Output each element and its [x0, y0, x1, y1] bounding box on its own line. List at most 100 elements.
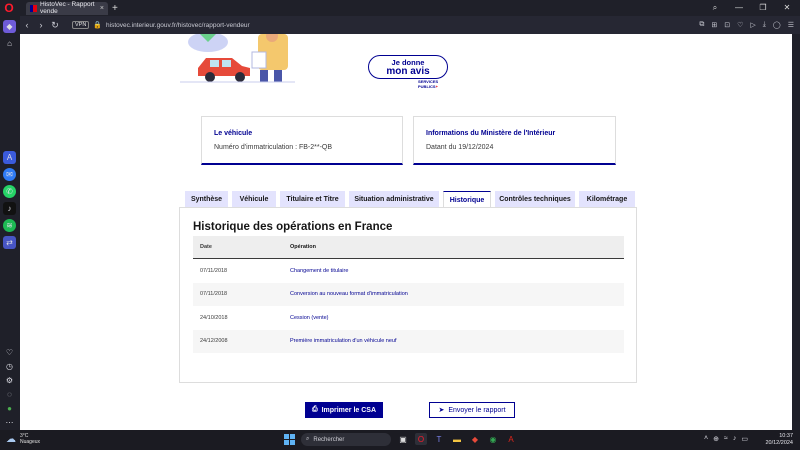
services-logo-line2: PUBLICS [418, 83, 436, 89]
page-scrollbar[interactable] [792, 34, 800, 430]
extensions-icon[interactable]: ⊞ [711, 21, 717, 29]
acrobat-icon[interactable]: A [505, 433, 517, 445]
whatsapp-icon[interactable]: ✆ [3, 185, 16, 198]
url-field[interactable]: histovec.interieur.gouv.fr/histovec/rapp… [106, 22, 250, 29]
play-icon[interactable]: ▷ [750, 21, 755, 29]
tab-kilometrage[interactable]: Kilométrage [579, 191, 635, 207]
forward-icon[interactable]: › [34, 20, 48, 30]
download-icon[interactable]: ⤓ [763, 21, 766, 29]
snapshot-icon[interactable]: ⧉ [699, 21, 704, 29]
volume-icon[interactable]: ♪ [733, 435, 737, 443]
chrome-icon[interactable]: ◉ [487, 433, 499, 445]
minimize-icon[interactable]: — [734, 3, 744, 13]
table-row: 07/11/2018 Changement de titulaire [193, 259, 624, 283]
favorites-icon[interactable]: ♡ [3, 346, 16, 359]
row-operation: Cession (vente) [290, 314, 329, 321]
speed-dial-icon[interactable]: ◆ [3, 20, 16, 33]
chevron-up-icon[interactable]: ˄ [704, 435, 708, 443]
send-label: Envoyer le rapport [448, 406, 506, 414]
print-csa-button[interactable]: ⎙ Imprimer le CSA [305, 402, 383, 418]
row-date: 07/11/2018 [200, 291, 228, 298]
easy-setup-icon[interactable]: ☰ [788, 21, 794, 29]
car-illustration [180, 34, 295, 83]
close-tab-icon[interactable]: × [100, 5, 104, 12]
tab-synthese[interactable]: Synthèse [185, 191, 228, 207]
bookmark-heart-icon[interactable]: ♡ [737, 21, 743, 29]
browser-tab-bar: O HistoVec - Rapport vende × + ⌕ — ❐ ✕ [0, 0, 800, 16]
translate-icon[interactable]: ⇄ [3, 236, 16, 249]
file-explorer-icon[interactable]: ▬ [451, 433, 463, 445]
table-row: 24/10/2018 Cession (vente) [193, 306, 624, 330]
tips-icon[interactable]: ◌ [3, 388, 16, 401]
feedback-button[interactable]: Je donne mon avis [368, 55, 448, 79]
tab-vehicule[interactable]: Véhicule [232, 191, 276, 207]
cloud-icon: ☁ [6, 433, 16, 445]
vehicle-card: Le véhicule Numéro d'immatriculation : F… [201, 116, 403, 165]
feedback-line2: mon avis [386, 66, 430, 77]
search-tabs-icon[interactable]: ⌕ [710, 3, 720, 13]
new-tab-button[interactable]: + [112, 3, 118, 14]
tab-historique[interactable]: Historique [443, 191, 491, 208]
vpn-badge[interactable]: VPN [72, 21, 90, 29]
tab-titulaire[interactable]: Titulaire et Titre [280, 191, 345, 207]
back-icon[interactable]: ‹ [20, 20, 34, 30]
report-tabs: Synthèse Véhicule Titulaire et Titre Sit… [185, 191, 635, 208]
close-window-icon[interactable]: ✕ [782, 3, 792, 13]
search-icon: ⌕ [306, 436, 310, 442]
table-header: Date Opération [193, 236, 624, 259]
wifi-icon[interactable]: ≈ [724, 435, 728, 443]
network-icon[interactable]: ⊕ [713, 435, 719, 443]
send-report-button[interactable]: ➤ Envoyer le rapport [429, 402, 515, 418]
history-icon[interactable]: ◷ [3, 360, 16, 373]
weather-desc: Nuageux [20, 439, 41, 445]
taskbar-search[interactable]: ⌕ Rechercher [301, 433, 391, 446]
services-publics-logo: SERVICES PUBLICS+ [418, 79, 438, 89]
vehicle-card-value: Numéro d'immatriculation : FB-2**-QB [214, 144, 333, 151]
battery-icon[interactable]: ▭ [741, 435, 748, 443]
messenger-icon[interactable]: ✉ [3, 168, 16, 181]
search-placeholder: Rechercher [313, 436, 345, 443]
tiktok-icon[interactable]: ♪ [3, 202, 16, 215]
weather-widget[interactable]: ☁ 3°C Nuageux [6, 433, 40, 445]
history-title: Historique des opérations en France [193, 221, 393, 233]
teams-icon[interactable]: T [433, 433, 445, 445]
ministry-card: Informations du Ministère de l'Intérieur… [413, 116, 616, 165]
printer-icon: ⎙ [311, 406, 318, 413]
spotify-icon[interactable]: ≋ [3, 219, 16, 232]
table-row: 24/12/2008 Première immatriculation d'un… [193, 329, 624, 353]
system-tray: ˄ ⊕ ≈ ♪ ▭ [704, 435, 748, 443]
maximize-icon[interactable]: ❐ [758, 3, 768, 13]
tab-controles-techniques[interactable]: Contrôles techniques [495, 191, 575, 207]
task-view-icon[interactable]: ▣ [397, 433, 409, 445]
clock-date: 20/12/2024 [765, 440, 793, 446]
windows-taskbar: ☁ 3°C Nuageux ⌕ Rechercher ▣ O T ▬ ◆ ◉ A… [0, 430, 800, 450]
camera-icon[interactable]: ⊡ [724, 21, 730, 29]
history-panel: Historique des opérations en France Date… [179, 207, 637, 383]
page-viewport: Je donne mon avis SERVICES PUBLICS+ Le v… [20, 34, 792, 430]
profile-icon[interactable]: ◯ [773, 21, 781, 29]
screen: O HistoVec - Rapport vende × + ⌕ — ❐ ✕ ‹… [0, 0, 800, 450]
status-icon[interactable]: ● [3, 402, 16, 415]
print-label: Imprimer le CSA [321, 406, 377, 414]
clock-time: 10:37 [779, 433, 793, 439]
taskbar-clock[interactable]: 10:37 20/12/2024 [757, 433, 793, 447]
histovec-favicon-icon [30, 4, 38, 12]
column-date: Date [200, 244, 212, 250]
reload-icon[interactable]: ↻ [48, 20, 62, 31]
tab-title: HistoVec - Rapport vende [40, 1, 95, 15]
settings-icon[interactable]: ⚙ [3, 374, 16, 387]
home-icon[interactable]: ⌂ [3, 37, 16, 50]
aria-icon[interactable]: A [3, 151, 16, 164]
row-date: 07/11/2018 [200, 267, 228, 274]
lock-icon[interactable]: 🔒 [93, 21, 102, 29]
more-icon[interactable]: ⋯ [3, 416, 16, 429]
row-date: 24/12/2008 [200, 338, 228, 345]
browser-tab[interactable]: HistoVec - Rapport vende × [26, 1, 108, 15]
opera-taskbar-icon[interactable]: O [415, 433, 427, 445]
opera-logo-icon[interactable]: O [0, 0, 18, 16]
address-bar-row: ‹ › ↻ VPN 🔒 histovec.interieur.gouv.fr/h… [0, 16, 800, 34]
start-icon[interactable] [284, 434, 295, 445]
tab-situation-administrative[interactable]: Situation administrative [349, 191, 439, 207]
app-icon[interactable]: ◆ [469, 433, 481, 445]
history-table: Date Opération 07/11/2018 Changement de … [193, 236, 624, 353]
